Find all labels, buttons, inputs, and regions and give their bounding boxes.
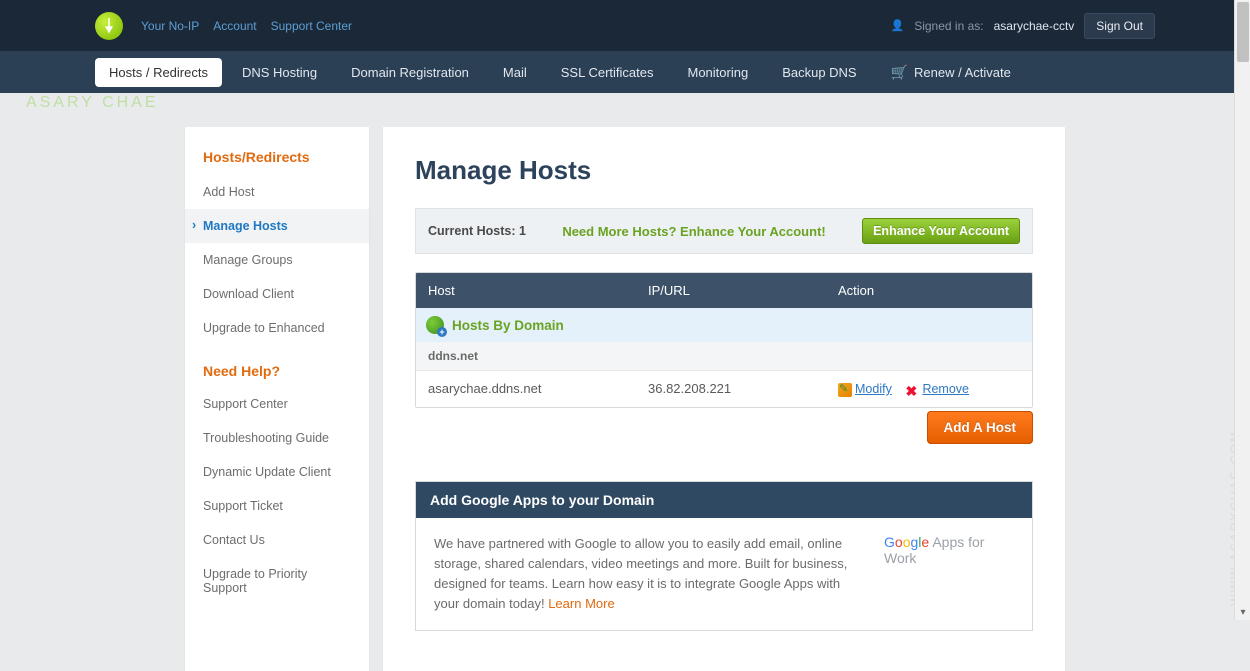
add-host-button[interactable]: Add A Host (927, 411, 1034, 444)
top-link-account[interactable]: Account (213, 19, 256, 33)
tab-renew-activate[interactable]: 🛒 Renew / Activate (877, 57, 1025, 88)
col-action: Action (826, 273, 1032, 308)
host-ip-cell: 36.82.208.221 (636, 371, 826, 407)
topbar: Your No-IP Account Support Center 👤 Sign… (0, 0, 1250, 51)
google-apps-logo: Google Apps for Work (884, 534, 1014, 566)
delete-icon: ✖ (905, 383, 919, 397)
current-hosts-count: 1 (519, 224, 526, 238)
enhance-account-button[interactable]: Enhance Your Account (862, 218, 1020, 244)
domain-group-row[interactable]: ddns.net (416, 342, 1032, 370)
watermark-left: ASARY CHAE (26, 94, 159, 112)
sidebar-item-download-client[interactable]: Download Client (185, 277, 369, 311)
google-apps-text: We have partnered with Google to allow y… (434, 534, 864, 615)
need-more-hosts-text: Need More Hosts? Enhance Your Account! (540, 224, 848, 239)
google-apps-panel: Add Google Apps to your Domain We have p… (415, 481, 1033, 632)
host-row: asarychae.ddns.net 36.82.208.221 Modify … (416, 370, 1032, 407)
tab-hosts-redirects[interactable]: Hosts / Redirects (95, 58, 222, 87)
top-link-support-center[interactable]: Support Center (271, 19, 352, 33)
tab-dns-hosting[interactable]: DNS Hosting (228, 58, 331, 87)
learn-more-link[interactable]: Learn More (548, 596, 614, 611)
sidebar-item-manage-groups[interactable]: Manage Groups (185, 243, 369, 277)
tab-backup-dns[interactable]: Backup DNS (768, 58, 870, 87)
tab-renew-label: Renew / Activate (914, 65, 1011, 80)
tab-monitoring[interactable]: Monitoring (673, 58, 762, 87)
sidebar-item-upgrade-priority[interactable]: Upgrade to Priority Support (185, 557, 369, 605)
sidebar-item-dynamic-update[interactable]: Dynamic Update Client (185, 455, 369, 489)
google-apps-header: Add Google Apps to your Domain (416, 482, 1032, 518)
sidebar-item-troubleshooting[interactable]: Troubleshooting Guide (185, 421, 369, 455)
cart-icon: 🛒 (891, 64, 908, 81)
hosts-by-domain-label: Hosts By Domain (452, 318, 564, 333)
col-ip: IP/URL (636, 273, 826, 308)
top-link-your-noip[interactable]: Your No-IP (141, 19, 199, 33)
globe-add-icon (426, 316, 444, 334)
page-title: Manage Hosts (415, 155, 1033, 186)
sidebar-item-add-host[interactable]: Add Host (185, 175, 369, 209)
host-actions-cell: Modify ✖Remove (826, 371, 1032, 407)
user-icon: 👤 (891, 19, 905, 32)
username[interactable]: asarychae-cctv (994, 19, 1075, 33)
sidebar-item-contact-us[interactable]: Contact Us (185, 523, 369, 557)
edit-icon (838, 383, 852, 397)
main-nav: Hosts / Redirects DNS Hosting Domain Reg… (0, 51, 1250, 93)
modify-link[interactable]: Modify (855, 382, 892, 396)
hosts-by-domain-row[interactable]: Hosts By Domain (416, 308, 1032, 342)
tab-domain-registration[interactable]: Domain Registration (337, 58, 483, 87)
sidebar-item-support-ticket[interactable]: Support Ticket (185, 489, 369, 523)
sidebar-item-upgrade-enhanced[interactable]: Upgrade to Enhanced (185, 311, 369, 345)
main-content: Manage Hosts Current Hosts: 1 Need More … (383, 127, 1065, 671)
remove-link[interactable]: Remove (922, 382, 969, 396)
scroll-down-arrow[interactable]: ▾ (1237, 606, 1249, 618)
hosts-notice: Current Hosts: 1 Need More Hosts? Enhanc… (415, 208, 1033, 254)
host-name-cell: asarychae.ddns.net (416, 371, 636, 407)
signed-in-label: Signed in as: (914, 19, 983, 33)
sign-out-button[interactable]: Sign Out (1084, 13, 1155, 39)
sidebar-section-help: Need Help? (185, 345, 369, 387)
tab-mail[interactable]: Mail (489, 58, 541, 87)
scrollbar-thumb[interactable] (1237, 2, 1249, 62)
sidebar-section-hosts: Hosts/Redirects (185, 149, 369, 175)
current-hosts-label: Current Hosts: 1 (428, 224, 526, 238)
col-host: Host (416, 273, 636, 308)
sidebar: Hosts/Redirects Add Host Manage Hosts Ma… (185, 127, 369, 671)
noip-logo[interactable] (95, 12, 123, 40)
top-links: Your No-IP Account Support Center (141, 19, 352, 33)
sidebar-item-manage-hosts[interactable]: Manage Hosts (185, 209, 369, 243)
vertical-scrollbar[interactable]: ▾ (1234, 0, 1250, 620)
sidebar-item-support-center[interactable]: Support Center (185, 387, 369, 421)
tab-ssl-certificates[interactable]: SSL Certificates (547, 58, 668, 87)
table-header: Host IP/URL Action (416, 273, 1032, 308)
hosts-table: Host IP/URL Action Hosts By Domain ddns.… (415, 272, 1033, 408)
